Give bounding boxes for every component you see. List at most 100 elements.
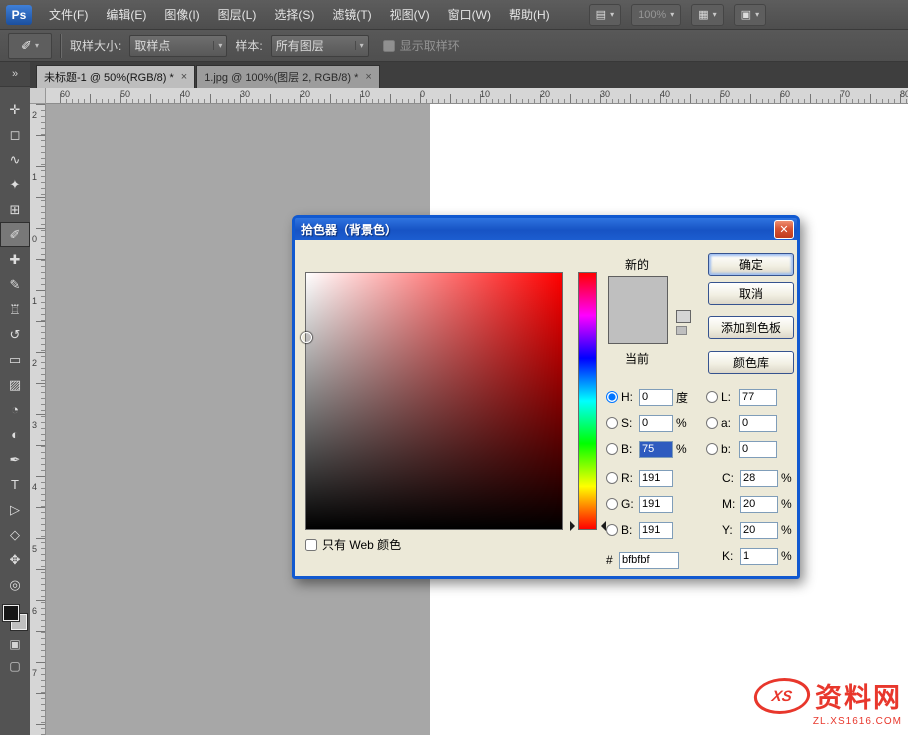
clone-stamp-tool[interactable]: ♖ [0, 297, 30, 322]
input-l[interactable] [739, 389, 777, 406]
marquee-tool[interactable]: ◻ [0, 122, 30, 147]
zoom-level-dropdown[interactable]: 100%▾ [631, 4, 681, 26]
web-color-warning-icon[interactable] [676, 310, 691, 335]
current-color-label: 当前 [608, 350, 666, 367]
document-tab-untitled[interactable]: 未标题-1 @ 50%(RGB/8) *× [36, 65, 195, 88]
close-icon[interactable]: × [365, 71, 371, 83]
input-s[interactable] [639, 415, 673, 432]
input-b2[interactable] [639, 522, 673, 539]
shape-tool[interactable]: ◇ [0, 522, 30, 547]
hex-input[interactable] [619, 552, 679, 569]
zoom-tool[interactable]: ◎ [0, 572, 30, 597]
ruler-number: 3 [32, 420, 37, 430]
color-field-marker[interactable] [301, 332, 312, 343]
path-selection-tool[interactable]: ▷ [0, 497, 30, 522]
horizontal-ruler[interactable]: 60504030201001020304050607080 [46, 88, 908, 104]
vertical-ruler[interactable]: 2101234567 [30, 104, 46, 735]
input-y[interactable] [740, 522, 778, 539]
ruler-number: 40 [180, 89, 190, 99]
label-b2: B: [621, 523, 636, 537]
zoom-level-dropdown-icon: 100% [638, 9, 666, 21]
input-g[interactable] [639, 496, 673, 513]
healing-brush-tool[interactable]: ✚ [0, 247, 30, 272]
only-web-colors-checkbox[interactable] [305, 539, 317, 551]
hue-slider[interactable] [578, 272, 597, 530]
quick-mask-icon[interactable]: ▣ [0, 633, 30, 655]
hue-slider-handle-left[interactable] [570, 521, 580, 531]
screen-mode-icon[interactable]: ▢ [0, 655, 30, 677]
input-k[interactable] [740, 548, 778, 565]
options-separator [60, 34, 62, 58]
crop-tool[interactable]: ⊞ [0, 197, 30, 222]
input-h[interactable] [639, 389, 673, 406]
sample-dropdown[interactable]: 所有图层 ▾ [271, 35, 369, 57]
photoshop-logo[interactable]: Ps [6, 5, 32, 25]
input-c[interactable] [740, 470, 778, 487]
cancel-button[interactable]: 取消 [708, 282, 794, 305]
hue-slider-handle-right[interactable] [596, 521, 606, 531]
history-brush-tool[interactable]: ↺ [0, 322, 30, 347]
radio-b-lab[interactable] [706, 443, 718, 455]
type-tool[interactable]: T [0, 472, 30, 497]
input-a[interactable] [739, 415, 777, 432]
screen-mode-dropdown[interactable]: ▣▾ [734, 4, 766, 26]
color-field[interactable] [305, 272, 563, 530]
panel-collapse-button[interactable]: » [0, 62, 30, 87]
input-r[interactable] [639, 470, 673, 487]
gradient-tool[interactable]: ▨ [0, 372, 30, 397]
lasso-tool[interactable]: ∿ [0, 147, 30, 172]
healing-brush-tool-icon: ✚ [10, 252, 21, 268]
menu-edit[interactable]: 编辑(E) [97, 0, 155, 30]
radio-b2[interactable] [606, 524, 618, 536]
tool-preset-button[interactable]: ✐ ▾ [8, 33, 52, 59]
input-m[interactable] [740, 496, 778, 513]
pen-tool[interactable]: ✒ [0, 447, 30, 472]
menu-image[interactable]: 图像(I) [155, 0, 208, 30]
radio-l[interactable] [706, 391, 718, 403]
foreground-color-swatch[interactable] [3, 605, 19, 621]
menu-view[interactable]: 视图(V) [381, 0, 439, 30]
menu-filter[interactable]: 滤镜(T) [323, 0, 380, 30]
type-tool-icon: T [11, 477, 19, 492]
radio-a[interactable] [706, 417, 718, 429]
view-extras-dropdown[interactable]: ▤▾ [589, 4, 621, 26]
radio-s[interactable] [606, 417, 618, 429]
eraser-tool[interactable]: ▭ [0, 347, 30, 372]
field-row-a: a: [706, 414, 777, 432]
hand-tool[interactable]: ✥ [0, 547, 30, 572]
dodge-tool[interactable]: ◐ [0, 422, 30, 447]
eyedropper-tool[interactable]: ✐ [0, 222, 30, 247]
close-icon[interactable]: ✕ [774, 220, 794, 239]
radio-r[interactable] [606, 472, 618, 484]
color-libraries-button[interactable]: 颜色库 [708, 351, 794, 374]
caret-down-icon: ▾ [755, 10, 759, 19]
add-to-swatches-button[interactable]: 添加到色板 [708, 316, 794, 339]
close-icon[interactable]: × [181, 71, 187, 83]
radio-h[interactable] [606, 391, 618, 403]
hex-label: # [606, 553, 616, 567]
ok-button[interactable]: 确定 [708, 253, 794, 276]
menu-window[interactable]: 窗口(W) [439, 0, 500, 30]
color-swatches-widget[interactable] [0, 603, 30, 633]
menu-select[interactable]: 选择(S) [265, 0, 323, 30]
move-tool[interactable]: ✛ [0, 97, 30, 122]
sample-size-dropdown[interactable]: 取样点 ▾ [129, 35, 227, 57]
menu-file[interactable]: 文件(F) [40, 0, 97, 30]
menu-help[interactable]: 帮助(H) [500, 0, 559, 30]
brush-tool[interactable]: ✎ [0, 272, 30, 297]
blur-tool[interactable]: ◔ [0, 397, 30, 422]
current-color-swatch [609, 310, 667, 343]
unit-k: % [781, 549, 792, 563]
dialog-titlebar[interactable]: 拾色器（背景色） [295, 218, 797, 240]
view-extras-dropdown-icon: ▤ [596, 8, 606, 21]
show-sampling-ring-checkbox[interactable] [383, 40, 395, 52]
ruler-ticks [36, 104, 45, 735]
arrange-documents-dropdown[interactable]: ▦▾ [691, 4, 723, 26]
input-b-lab[interactable] [739, 441, 777, 458]
radio-b[interactable] [606, 443, 618, 455]
document-tab-1jpg[interactable]: 1.jpg @ 100%(图层 2, RGB/8) *× [196, 65, 380, 88]
input-b[interactable] [639, 441, 673, 458]
radio-g[interactable] [606, 498, 618, 510]
menu-layer[interactable]: 图层(L) [209, 0, 266, 30]
quick-selection-tool[interactable]: ✦ [0, 172, 30, 197]
